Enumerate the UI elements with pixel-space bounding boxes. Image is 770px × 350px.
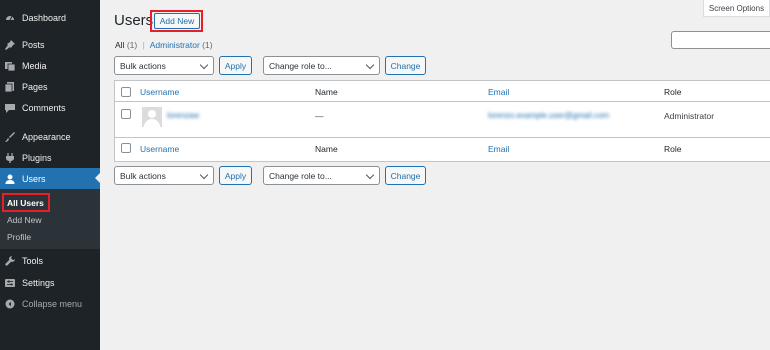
comment-icon [5,103,15,113]
column-username[interactable]: Username [140,87,179,97]
view-administrator-count: (1) [202,40,213,50]
pin-icon [5,39,15,50]
apply-button-top[interactable]: Apply [219,56,252,75]
sidebar-label: Plugins [22,152,52,163]
sidebar-item-media[interactable]: Media [0,55,100,76]
page-title: Users [114,12,154,29]
submenu-item-add-new[interactable]: Add New [7,215,42,225]
column-role: Role [664,87,682,97]
highlight-all-users [2,193,50,212]
user-role-filters: All (1) | Administrator (1) [115,40,213,50]
select-all-checkbox[interactable] [121,87,131,97]
bulk-actions-value: Bulk actions [120,170,166,181]
row-role: Administrator [664,111,715,121]
avatar [142,107,162,127]
bulk-actions-select-top[interactable]: Bulk actions [114,56,214,75]
chevron-down-icon [365,170,375,180]
sidebar-label: Appearance [22,131,71,142]
header-divider [115,101,770,102]
bulk-actions-value: Bulk actions [120,60,166,71]
pages-icon [4,81,15,92]
change-button-top[interactable]: Change [385,56,426,75]
column-username-footer[interactable]: Username [140,144,179,154]
sidebar-label: Users [22,173,46,184]
row-name: — [315,111,324,121]
change-role-select-bottom[interactable]: Change role to... [263,166,380,185]
sidebar-item-settings[interactable]: Settings [0,272,100,293]
column-name-footer: Name [315,144,338,154]
sidebar-label: Pages [22,81,48,92]
chevron-down-icon [365,60,375,70]
change-button-bottom[interactable]: Change [385,166,426,185]
row-email[interactable]: lorenzo.example.user@gmail.com [488,111,609,120]
column-name: Name [315,87,338,97]
sidebar-label: Media [22,60,47,71]
sidebar-label: Comments [22,102,66,113]
sidebar-label: Tools [22,255,44,266]
sidebar-item-posts[interactable]: Posts [0,34,100,55]
search-input[interactable] [671,31,770,49]
plug-icon [5,152,15,163]
footer-divider [115,137,770,138]
sidebar-label: Dashboard [22,12,67,23]
screen-options-button[interactable]: Screen Options [703,0,770,17]
collapse-icon [5,299,15,309]
sidebar-item-users[interactable]: Users [0,168,100,189]
user-icon [5,174,15,184]
column-email-footer[interactable]: Email [488,144,509,154]
sidebar-item-plugins[interactable]: Plugins [0,147,100,168]
submenu-item-profile[interactable]: Profile [7,232,31,242]
bulk-actions-select-bottom[interactable]: Bulk actions [114,166,214,185]
column-role-footer: Role [664,144,682,154]
change-role-select-top[interactable]: Change role to... [263,56,380,75]
apply-button-bottom[interactable]: Apply [219,166,252,185]
sidebar-label: Collapse menu [22,298,83,309]
sidebar-item-pages[interactable]: Pages [0,76,100,97]
sidebar-item-comments[interactable]: Comments [0,97,100,118]
sidebar-item-dashboard[interactable]: Dashboard [0,7,100,28]
view-separator: | [142,40,145,50]
sidebar-item-appearance[interactable]: Appearance [0,126,100,147]
users-table: Username Name Email Role lorenzaw — lore… [114,80,770,162]
view-all-count: (1) [126,40,138,50]
admin-sidebar: Dashboard Posts Media Pages Comments App… [0,0,100,350]
column-email[interactable]: Email [488,87,509,97]
sidebar-label: Posts [22,39,45,50]
select-all-checkbox-footer[interactable] [121,143,131,153]
view-all-label[interactable]: All [115,40,124,50]
change-role-value: Change role to... [269,170,332,181]
change-role-value: Change role to... [269,60,332,71]
sidebar-item-tools[interactable]: Tools [0,250,100,271]
media-icon [5,61,16,71]
chevron-down-icon [199,170,209,180]
highlight-add-new [150,10,203,32]
row-username[interactable]: lorenzaw [167,111,199,120]
chevron-down-icon [199,60,209,70]
view-administrator-link[interactable]: Administrator [150,40,200,50]
brush-icon [5,131,15,142]
sidebar-collapse-menu[interactable]: Collapse menu [0,293,100,314]
wrench-icon [5,255,15,266]
settings-icon [5,278,15,288]
row-checkbox[interactable] [121,109,131,119]
dashboard-icon [5,13,15,23]
sidebar-label: Settings [22,277,55,288]
